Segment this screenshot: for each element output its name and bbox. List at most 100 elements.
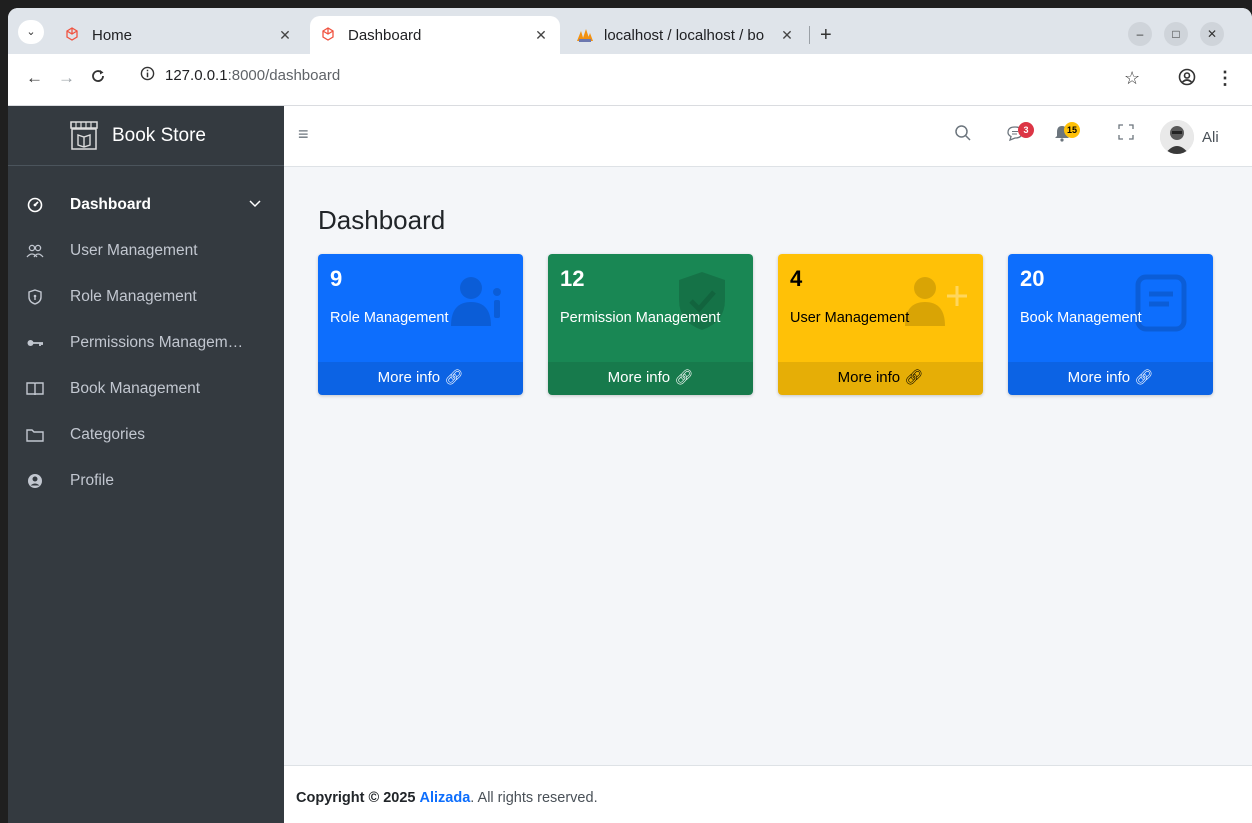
close-icon[interactable]: ✕	[276, 27, 294, 44]
close-icon[interactable]: ✕	[532, 27, 550, 44]
sidebar-item-label: Dashboard	[70, 196, 151, 213]
more-info-text: More info	[607, 369, 671, 386]
store-logo-icon	[70, 120, 98, 150]
stat-box-users: 4 User Management More info 🔗︎	[778, 254, 983, 395]
close-icon[interactable]: ✕	[778, 27, 796, 44]
chevron-down-icon: ⌄	[26, 26, 36, 38]
sidebar-item-label: User Management	[70, 242, 198, 259]
site-info-icon[interactable]	[140, 66, 155, 84]
link-icon: 🔗︎	[904, 369, 924, 386]
main-header: ≡ 3 15 Ali	[284, 106, 1252, 167]
sidebar-item-dashboard[interactable]: Dashboard	[8, 182, 284, 228]
folder-icon	[24, 427, 46, 443]
url-host: 127.0.0.1	[165, 66, 228, 84]
stat-box-roles: 9 Role Management More info 🔗︎	[318, 254, 523, 395]
sidebar-item-label: Categories	[70, 426, 145, 443]
stat-box-permissions: 12 Permission Management More info 🔗︎	[548, 254, 753, 395]
phpmyadmin-icon	[576, 27, 594, 43]
more-info-link[interactable]: More info 🔗︎	[778, 362, 983, 395]
shield-icon	[24, 289, 46, 305]
stat-label: Book Management	[1020, 310, 1142, 326]
stat-box-inner: 20 Book Management	[1008, 254, 1213, 362]
app-footer: Copyright © 2025 Alizada. All rights res…	[284, 765, 1252, 823]
messages-badge: 3	[1018, 122, 1034, 138]
laravel-icon	[320, 27, 338, 43]
link-icon: 🔗︎	[444, 369, 464, 386]
person-add-icon	[901, 270, 969, 339]
laravel-icon	[64, 27, 82, 43]
tab-search-button[interactable]: ⌄	[18, 20, 44, 44]
more-info-text: More info	[1067, 369, 1131, 386]
more-info-text: More info	[837, 369, 901, 386]
more-info-text: More info	[377, 369, 441, 386]
menu-toggle-icon[interactable]: ≡	[298, 124, 309, 145]
shield-check-icon	[677, 270, 727, 337]
link-icon: 🔗︎	[1134, 369, 1154, 386]
reload-icon[interactable]	[90, 68, 106, 89]
fullscreen-icon[interactable]	[1118, 124, 1134, 145]
search-icon[interactable]	[954, 124, 972, 147]
sidebar: Book Store Dashboard User Management Rol…	[8, 106, 284, 823]
sidebar-item-label: Permissions Managem…	[70, 334, 244, 351]
page-title: Dashboard	[318, 205, 446, 235]
book-icon	[24, 381, 46, 397]
more-info-link[interactable]: More info 🔗︎	[548, 362, 753, 395]
stat-label: Role Management	[330, 310, 449, 326]
tab-title: Dashboard	[348, 26, 422, 44]
notifications-badge: 15	[1064, 122, 1081, 138]
window-close-button[interactable]: ✕	[1200, 22, 1224, 46]
content-wrapper: Dashboard 9 Role Management More info 🔗︎…	[284, 167, 1252, 765]
maximize-button[interactable]: □	[1164, 22, 1188, 46]
person-info-icon	[445, 270, 509, 339]
browser-window: ⌄ Home ✕ Dashboard ✕ localhost / localho…	[8, 8, 1252, 823]
tab-title: Home	[92, 26, 133, 44]
author-link[interactable]: Alizada	[420, 790, 471, 806]
tab-phpmyadmin[interactable]: localhost / localhost / bo ✕	[566, 16, 806, 54]
browser-menu-icon[interactable]: ⋮	[1216, 68, 1234, 89]
tab-strip: ⌄ Home ✕ Dashboard ✕ localhost / localho…	[8, 8, 1252, 54]
copyright-text: Copyright © 2025	[296, 790, 416, 806]
sidebar-item-label: Role Management	[70, 288, 197, 305]
tab-home[interactable]: Home ✕	[54, 16, 304, 54]
forward-arrow-icon[interactable]: →	[58, 68, 75, 88]
tab-dashboard[interactable]: Dashboard ✕	[310, 16, 560, 54]
more-info-link[interactable]: More info 🔗︎	[1008, 362, 1213, 395]
tab-title: localhost / localhost / bo	[604, 26, 765, 44]
brand-text: Book Store	[112, 124, 206, 146]
minimize-button[interactable]: –	[1128, 22, 1152, 46]
sidebar-nav: Dashboard User Management Role Managemen…	[8, 166, 284, 504]
stat-box-books: 20 Book Management More info 🔗︎	[1008, 254, 1213, 395]
sidebar-item-profile[interactable]: Profile	[8, 458, 284, 504]
profile-icon[interactable]	[1178, 68, 1196, 91]
url-path: :8000/dashboard	[227, 66, 341, 84]
brand-link[interactable]: Book Store	[8, 106, 284, 166]
speedometer-icon	[24, 197, 46, 213]
stat-box-inner: 4 User Management	[778, 254, 983, 362]
stat-label: User Management	[790, 310, 910, 326]
sidebar-item-role-management[interactable]: Role Management	[8, 274, 284, 320]
link-icon: 🔗︎	[674, 369, 694, 386]
avatar	[1160, 120, 1194, 154]
chevron-down-icon	[248, 196, 262, 215]
stat-box-inner: 9 Role Management	[318, 254, 523, 362]
stat-label: Permission Management	[560, 310, 721, 326]
sidebar-item-categories[interactable]: Categories	[8, 412, 284, 458]
stat-box-inner: 12 Permission Management	[548, 254, 753, 362]
user-menu[interactable]: Ali	[1160, 120, 1219, 154]
sidebar-item-book-management[interactable]: Book Management	[8, 366, 284, 412]
sidebar-item-label: Profile	[70, 472, 114, 489]
document-icon	[1135, 274, 1187, 337]
user-name: Ali	[1202, 128, 1219, 146]
sidebar-item-permissions-management[interactable]: Permissions Managem…	[8, 320, 284, 366]
tab-separator	[809, 26, 810, 44]
more-info-link[interactable]: More info 🔗︎	[318, 362, 523, 395]
person-circle-icon	[24, 473, 46, 489]
browser-toolbar: ← → 127.0.0.1:8000/dashboard ☆ ⋮	[8, 54, 1252, 106]
new-tab-button[interactable]: +	[820, 24, 832, 47]
sidebar-item-user-management[interactable]: User Management	[8, 228, 284, 274]
sidebar-item-label: Book Management	[70, 380, 201, 397]
key-icon	[24, 335, 46, 351]
bookmark-star-icon[interactable]: ☆	[1124, 68, 1140, 89]
back-arrow-icon[interactable]: ←	[26, 68, 43, 88]
address-bar[interactable]: 127.0.0.1:8000/dashboard	[140, 66, 340, 84]
